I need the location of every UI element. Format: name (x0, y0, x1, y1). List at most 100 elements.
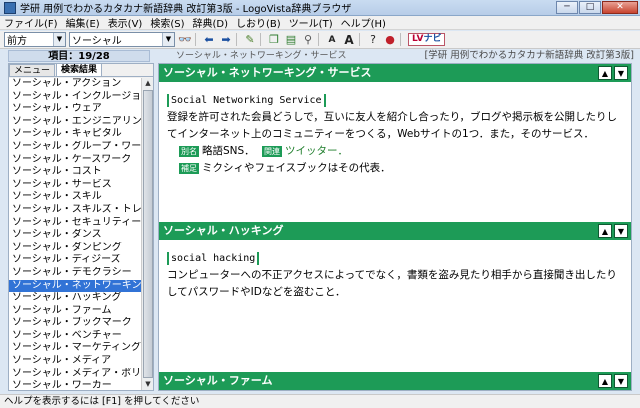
entry-nav: ▲ ▼ (596, 374, 628, 388)
chevron-down-icon: ▼ (53, 33, 65, 46)
scroll-thumb[interactable] (143, 90, 153, 378)
toolbar-separator (359, 33, 360, 46)
menu-file[interactable]: ファイル(F) (4, 15, 58, 30)
close-button[interactable]: ✕ (602, 1, 638, 14)
entry-header: ソーシャル・ハッキング ▲ ▼ (159, 222, 631, 240)
toolbar-separator (318, 33, 319, 46)
up-arrow-icon[interactable]: ▲ (598, 224, 612, 238)
bookmark-icon[interactable]: ● (383, 33, 397, 47)
copy-icon[interactable]: ❐ (267, 33, 281, 47)
help-cursor-icon[interactable]: ? (366, 33, 380, 47)
pencil-icon[interactable]: ✎ (243, 33, 257, 47)
menu-edit[interactable]: 編集(E) (66, 15, 100, 30)
list-item[interactable]: ソーシャル・エンジニアリング (9, 116, 141, 129)
up-arrow-icon[interactable]: ▲ (598, 66, 612, 80)
tab-menu[interactable]: メニュー (9, 64, 56, 76)
word-list-scrollbar[interactable]: ▲ ▼ (141, 78, 153, 390)
menu-dictionary[interactable]: 辞典(D) (193, 15, 229, 30)
search-mode-select[interactable]: 前方 ▼ (4, 32, 66, 47)
toolbar-separator (195, 33, 196, 46)
entry: ソーシャル・ファーム ▲ ▼ (159, 372, 631, 390)
search-mode-value: 前方 (7, 36, 27, 47)
word-list: ソーシャル・アクション ソーシャル・インクルージョン ソーシャル・ウェア ソーシャル・… (9, 78, 141, 390)
font-smaller-icon[interactable]: A (325, 33, 339, 47)
entry-definition: 登録を許可された会員どうしで，互いに友人を紹介し合ったり，ブログや掲示板を公開し… (167, 111, 618, 140)
paste-icon[interactable]: ▤ (284, 33, 298, 47)
list-item[interactable]: ソーシャル・ネットワーキング (9, 279, 141, 293)
menu-view[interactable]: 表示(V) (108, 15, 143, 30)
entry-heading: ソーシャル・ネットワーキング・サービス (163, 66, 372, 79)
entry: ソーシャル・ハッキング ▲ ▼ social hacking コンピューターへの… (159, 222, 631, 372)
search-query: ソーシャル (72, 36, 122, 47)
list-item[interactable]: ソーシャル・デモクラシー (9, 267, 141, 280)
font-larger-icon[interactable]: A (342, 33, 356, 47)
list-item[interactable]: ソーシャル・ベンチャー (9, 330, 141, 343)
list-item[interactable]: ソーシャル・ダンス (9, 229, 141, 242)
list-item[interactable]: ソーシャル・メディア・ポリシ (9, 368, 141, 381)
left-panel: メニュー 検索結果 ソーシャル・アクション ソーシャル・インクルージョン ソーシャル… (8, 63, 154, 391)
list-item[interactable]: ソーシャル・ハッキング (9, 292, 141, 305)
list-item[interactable]: ソーシャル・ブックマーク (9, 317, 141, 330)
list-item[interactable]: ソーシャル・ディジーズ (9, 254, 141, 267)
entry-heading: ソーシャル・ファーム (163, 374, 273, 387)
search-input[interactable]: ソーシャル ▼ (69, 32, 175, 47)
item-counter: 項目：19/28 (8, 50, 150, 62)
down-arrow-icon[interactable]: ▼ (614, 66, 628, 80)
app-icon (4, 1, 16, 14)
binoculars-icon[interactable]: 👓 (178, 33, 192, 47)
list-item[interactable]: ソーシャル・スキルズ・トレー (9, 204, 141, 217)
list-item[interactable]: ソーシャル・ダンピング (9, 242, 141, 255)
back-arrow-icon[interactable]: ⬅ (202, 33, 216, 47)
menu-bookmark[interactable]: しおり(B) (236, 15, 281, 30)
menu-help[interactable]: ヘルプ(H) (341, 15, 386, 30)
down-arrow-icon[interactable]: ▼ (614, 374, 628, 388)
toolbar-separator (260, 33, 261, 46)
zoom-icon[interactable]: ⚲ (301, 33, 315, 47)
scroll-down-icon[interactable]: ▼ (142, 379, 154, 390)
list-item[interactable]: ソーシャル・セキュリティー (9, 217, 141, 230)
forward-arrow-icon[interactable]: ➡ (219, 33, 233, 47)
related-link[interactable]: ツイッター． (285, 145, 348, 157)
list-item[interactable]: ソーシャル・スキル (9, 191, 141, 204)
menu-search[interactable]: 検索(S) (150, 15, 184, 30)
list-item[interactable]: ソーシャル・ワーカー (9, 380, 141, 390)
list-item[interactable]: ソーシャル・キャピタル (9, 128, 141, 141)
window-title: 学研 用例でわかるカタカナ新語辞典 改訂第3版 - LogoVista辞典ブラウ… (20, 4, 352, 15)
lv-navi-button[interactable]: LVナビ (408, 33, 446, 46)
entry-body: social hacking コンピューターへの不正アクセスによってでなく，書類… (159, 240, 631, 372)
entry-definition: コンピューターへの不正アクセスによってでなく，書類を盗み見たり相手から直接聞き出… (167, 269, 617, 298)
up-arrow-icon[interactable]: ▲ (598, 374, 612, 388)
status-bar: ヘルプを表示するには [F1] を押してください (0, 394, 640, 408)
list-item[interactable]: ソーシャル・サービス (9, 179, 141, 192)
toolbar-separator (236, 33, 237, 46)
lv-label: LV (412, 34, 424, 44)
list-item[interactable]: ソーシャル・ウェア (9, 103, 141, 116)
entry-body: Social Networking Service 登録を許可された会員どうしで… (159, 82, 631, 222)
tab-search-results[interactable]: 検索結果 (56, 63, 103, 76)
list-item[interactable]: ソーシャル・インクルージョン (9, 91, 141, 104)
menu-tools[interactable]: ツール(T) (289, 15, 333, 30)
list-item[interactable]: ソーシャル・ファーム (9, 305, 141, 318)
entry: ソーシャル・ネットワーキング・サービス ▲ ▼ Social Networkin… (159, 64, 631, 222)
entry-nav: ▲ ▼ (596, 224, 628, 238)
toolbar-separator (400, 33, 401, 46)
scroll-up-icon[interactable]: ▲ (142, 78, 154, 89)
entry-header: ソーシャル・ネットワーキング・サービス ▲ ▼ (159, 64, 631, 82)
panel-tabs: メニュー 検索結果 (9, 63, 153, 77)
toolbar: 前方 ▼ ソーシャル ▼ 👓 ⬅ ➡ ✎ ❐ ▤ ⚲ A A ? ● LVナビ (0, 31, 640, 49)
entry-english: social hacking (167, 252, 260, 265)
maximize-button[interactable]: □ (579, 1, 601, 14)
navi-label: ナビ (423, 34, 442, 44)
alias-tag: 別名 (179, 146, 199, 157)
list-item[interactable]: ソーシャル・コスト (9, 166, 141, 179)
list-item[interactable]: ソーシャル・ケースワーク (9, 154, 141, 167)
list-item[interactable]: ソーシャル・グループ・ワーク (9, 141, 141, 154)
down-arrow-icon[interactable]: ▼ (614, 224, 628, 238)
minimize-button[interactable]: ─ (556, 1, 578, 14)
list-item[interactable]: ソーシャル・メディア (9, 355, 141, 368)
list-item[interactable]: ソーシャル・マーケティング (9, 342, 141, 355)
entry-alias: 略語SNS． (202, 145, 255, 157)
list-item[interactable]: ソーシャル・アクション (9, 78, 141, 91)
entry-supplement-line: 補足 ミクシィやフェイスブックはその代表． (167, 160, 623, 177)
chevron-down-icon: ▼ (162, 33, 174, 46)
